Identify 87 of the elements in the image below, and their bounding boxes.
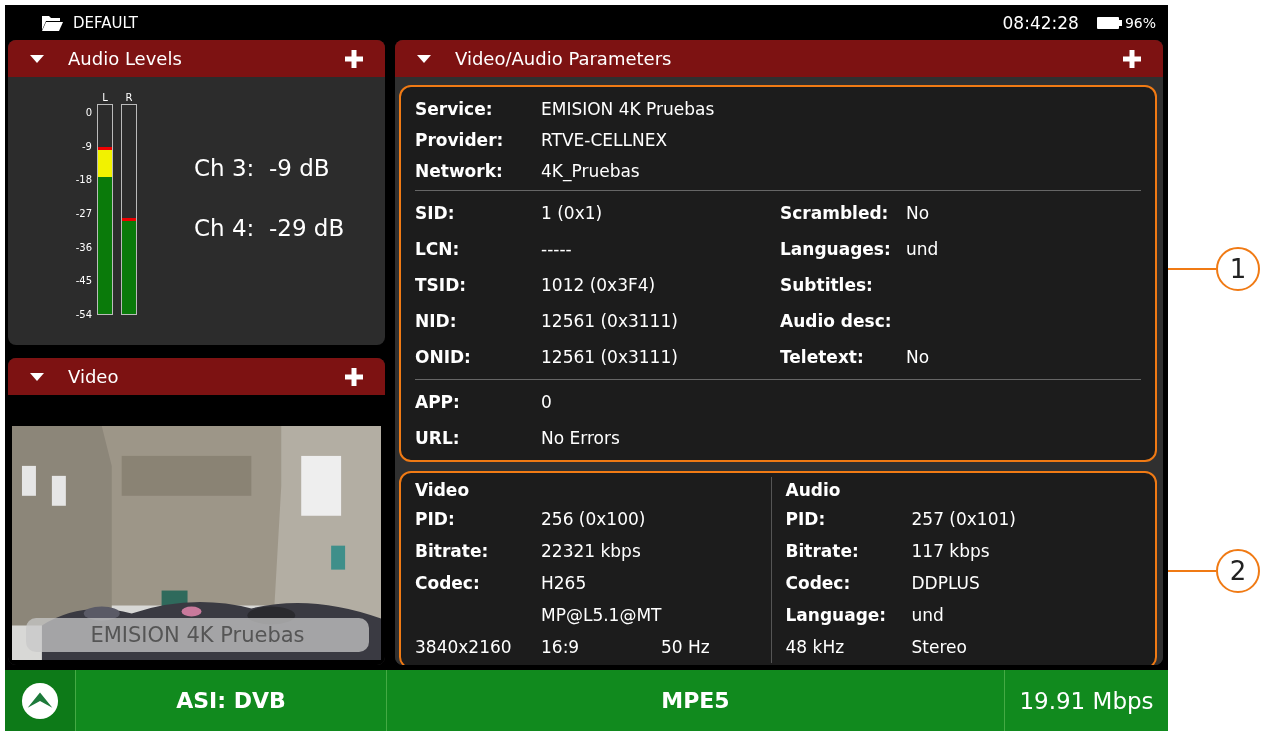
panel-header[interactable]: Audio Levels bbox=[8, 40, 385, 77]
section-heading: Video bbox=[415, 479, 471, 502]
panel-title: Audio Levels bbox=[68, 48, 182, 69]
field-label: Subtitles: bbox=[780, 275, 874, 295]
scale-label: -54 bbox=[75, 308, 92, 321]
field-value: 4K_Pruebas bbox=[541, 160, 640, 181]
field-value: 0 bbox=[541, 392, 552, 412]
field-value: 1 (0x1) bbox=[541, 203, 603, 223]
field-label: 3840x2160 bbox=[415, 637, 512, 657]
channel-label: L bbox=[102, 91, 108, 104]
field-value: No Errors bbox=[541, 428, 620, 448]
field-label: 48 kHz bbox=[785, 637, 845, 657]
battery-percent: 96% bbox=[1124, 14, 1156, 31]
field-label: NID: bbox=[415, 311, 458, 331]
field-label: Network: bbox=[415, 160, 504, 181]
channel-caption: EMISION 4K Pruebas bbox=[26, 618, 369, 653]
leader-line bbox=[1168, 268, 1216, 270]
field-value: 12561 (0x3111) bbox=[541, 311, 678, 331]
field-value: 117 kbps bbox=[911, 541, 990, 561]
field-value: H265 bbox=[541, 573, 587, 593]
field-label: Provider: bbox=[415, 129, 505, 150]
input-status: ASI: DVB bbox=[76, 670, 387, 731]
field-label: Service: bbox=[415, 98, 494, 119]
field-value: No bbox=[906, 347, 930, 367]
field-label: APP: bbox=[415, 392, 461, 412]
field-label: Bitrate: bbox=[415, 541, 489, 561]
field-label: Scrambled: bbox=[780, 203, 890, 223]
channel-label: R bbox=[125, 91, 133, 104]
panel-header[interactable]: Video/Audio Parameters bbox=[395, 40, 1163, 77]
field-label: Teletext: bbox=[780, 347, 865, 367]
field-value: DDPLUS bbox=[911, 573, 980, 593]
channel-reading: Ch 3: -9 dB bbox=[194, 155, 331, 181]
field-value: 12561 (0x3111) bbox=[541, 347, 678, 367]
field-value: No bbox=[906, 203, 930, 223]
collapse-icon[interactable] bbox=[417, 53, 431, 64]
mode-status: MPE5 bbox=[387, 670, 1005, 731]
add-icon[interactable] bbox=[345, 49, 363, 68]
collapse-icon[interactable] bbox=[30, 371, 44, 382]
field-value: 50 Hz bbox=[661, 637, 710, 657]
field-value: 16:9 bbox=[541, 637, 580, 657]
profile-name: DEFAULT bbox=[73, 13, 138, 32]
field-value: ----- bbox=[541, 239, 572, 259]
field-value: 256 (0x100) bbox=[541, 509, 646, 529]
scale-label: 0 bbox=[85, 107, 92, 119]
scale-label: -45 bbox=[75, 275, 92, 288]
field-label: TSID: bbox=[415, 275, 468, 295]
panel-title: Video bbox=[68, 366, 119, 387]
leader-line bbox=[1168, 570, 1216, 572]
field-label: Bitrate: bbox=[785, 541, 859, 561]
field-label: Codec: bbox=[415, 573, 480, 593]
battery-icon bbox=[1096, 15, 1123, 30]
field-label: PID: bbox=[785, 509, 826, 529]
section-heading: Audio bbox=[785, 479, 842, 502]
field-label: PID: bbox=[415, 509, 455, 529]
field-label: Language: bbox=[785, 605, 887, 625]
field-value: 22321 kbps bbox=[541, 541, 641, 561]
field-value: MP@L5.1@MT bbox=[541, 605, 662, 625]
folder-icon bbox=[41, 13, 63, 32]
field-value: und bbox=[911, 605, 944, 625]
panel-header[interactable]: Video bbox=[8, 358, 385, 395]
scale-label: -36 bbox=[75, 241, 92, 254]
channel-reading: Ch 4: -29 dB bbox=[194, 215, 345, 241]
bitrate-status: 19.91 Mbps bbox=[1018, 687, 1155, 714]
field-label: Audio desc: bbox=[780, 311, 893, 331]
field-label: Languages: bbox=[780, 239, 892, 259]
callout-number: 2 bbox=[1216, 549, 1260, 593]
field-value: RTVE-CELLNEX bbox=[541, 129, 668, 150]
collapse-icon[interactable] bbox=[30, 53, 44, 64]
clock-time: 08:42:28 bbox=[1002, 12, 1079, 33]
field-value: EMISION 4K Pruebas bbox=[541, 98, 715, 119]
logo-icon[interactable] bbox=[21, 681, 59, 720]
field-value: 1012 (0x3F4) bbox=[541, 275, 656, 295]
field-value: Stereo bbox=[911, 637, 967, 657]
scale-label: -9 bbox=[82, 140, 92, 153]
scale-label: -27 bbox=[75, 207, 92, 220]
field-label: URL: bbox=[415, 428, 461, 448]
field-label: LCN: bbox=[415, 239, 461, 259]
field-label: SID: bbox=[415, 203, 456, 223]
add-icon[interactable] bbox=[345, 367, 363, 386]
field-value: 257 (0x101) bbox=[911, 509, 1016, 529]
field-label: Codec: bbox=[785, 573, 851, 593]
add-icon[interactable] bbox=[1123, 49, 1141, 68]
callout-number: 1 bbox=[1216, 247, 1260, 291]
scale-label: -18 bbox=[75, 174, 92, 187]
panel-title: Video/Audio Parameters bbox=[455, 48, 672, 69]
field-value: und bbox=[906, 239, 939, 259]
field-label: ONID: bbox=[415, 347, 472, 367]
